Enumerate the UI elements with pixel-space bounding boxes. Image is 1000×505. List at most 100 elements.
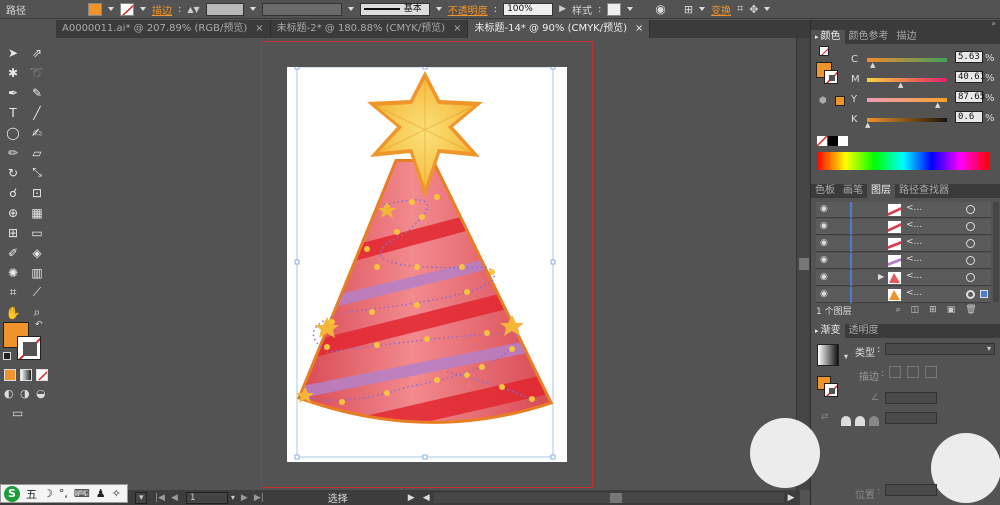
layer-row[interactable]: ◉ <... bbox=[816, 236, 991, 252]
magic-wand-tool-icon[interactable]: ✱ bbox=[3, 64, 23, 81]
gradient-stroke-swatch[interactable] bbox=[824, 383, 838, 397]
prev-page-icon[interactable]: ◀ bbox=[171, 493, 178, 503]
layer-row[interactable]: ◉ <... bbox=[816, 202, 991, 218]
collapse-icon[interactable]: » bbox=[991, 19, 996, 28]
target-icon[interactable] bbox=[966, 273, 975, 282]
clipping-mask-icon[interactable]: ◫ bbox=[911, 305, 920, 315]
layer-row[interactable]: ◉ ▶ <... bbox=[816, 270, 991, 286]
punctuation-icon[interactable]: °, bbox=[59, 487, 68, 500]
tab-swatches[interactable]: 色板 bbox=[811, 184, 839, 198]
settings-icon[interactable]: ✧ bbox=[112, 487, 121, 500]
close-icon[interactable]: × bbox=[255, 20, 263, 38]
gradient-stop-icon[interactable] bbox=[841, 416, 851, 426]
selection-tool-icon[interactable]: ➤ bbox=[3, 44, 23, 61]
fill-swatch[interactable] bbox=[88, 2, 102, 16]
slider-y[interactable]: Y ▲ 87.65 % bbox=[851, 91, 995, 109]
slider-thumb-icon[interactable]: ▲ bbox=[898, 81, 903, 89]
eye-icon[interactable]: ◉ bbox=[820, 238, 832, 250]
chevron-down-icon[interactable] bbox=[347, 7, 354, 11]
tab-color[interactable]: ▸ 颜色 bbox=[811, 30, 845, 44]
black-swatch[interactable] bbox=[828, 136, 838, 146]
eye-icon[interactable]: ◉ bbox=[820, 221, 832, 233]
scroll-left-icon[interactable]: ◀ bbox=[423, 493, 430, 503]
eye-icon[interactable]: ◉ bbox=[820, 255, 832, 267]
slider-thumb-icon[interactable]: ▲ bbox=[935, 101, 940, 109]
draw-behind-icon[interactable]: ◑ bbox=[20, 387, 30, 400]
gradient-tool-icon[interactable]: ▭ bbox=[27, 224, 47, 241]
color-mode-icon[interactable] bbox=[4, 369, 16, 381]
ime-mode[interactable]: 五 bbox=[26, 486, 37, 502]
shape-builder-tool-icon[interactable]: ⊕ bbox=[3, 204, 23, 221]
default-colors-icon[interactable] bbox=[3, 352, 11, 360]
aspect-dropdown[interactable] bbox=[885, 412, 937, 424]
scale-tool-icon[interactable]: ⤡ bbox=[27, 164, 47, 181]
tab-layers[interactable]: 图层 bbox=[867, 184, 895, 198]
eyedropper-tool-icon[interactable]: ✐ bbox=[3, 244, 23, 261]
type-tool-icon[interactable]: T bbox=[3, 104, 23, 121]
line-tool-icon[interactable]: ╱ bbox=[27, 104, 47, 121]
keyboard-icon[interactable]: ⌨ bbox=[74, 487, 90, 500]
tab-pathfinder[interactable]: 路径查找器 bbox=[895, 184, 953, 198]
skin-icon[interactable]: ♟ bbox=[96, 487, 106, 500]
tab-transparency[interactable]: 透明度 bbox=[845, 324, 883, 338]
close-icon[interactable]: × bbox=[453, 20, 461, 38]
ellipse-tool-icon[interactable]: ◯ bbox=[3, 124, 23, 141]
draw-normal-icon[interactable]: ◐ bbox=[4, 387, 14, 400]
angle-dropdown[interactable] bbox=[885, 392, 937, 404]
none-swatch[interactable] bbox=[817, 136, 827, 146]
small-stroke-icon[interactable] bbox=[819, 46, 829, 56]
mesh-tool-icon[interactable]: ⊞ bbox=[3, 224, 23, 241]
reverse-gradient-icon[interactable]: ⇄ bbox=[821, 412, 829, 422]
gradient-stop-icon[interactable] bbox=[869, 416, 879, 426]
target-icon[interactable] bbox=[966, 256, 975, 265]
screen-mode-icon[interactable]: ▭ bbox=[12, 406, 23, 420]
tab-stroke[interactable]: 描边 bbox=[893, 30, 921, 44]
recolor-icon[interactable]: ◉ bbox=[655, 2, 665, 16]
gradient-preview[interactable] bbox=[817, 344, 839, 366]
stroke-swatch[interactable] bbox=[120, 2, 134, 16]
expand-triangle-icon[interactable]: ▶ bbox=[878, 272, 884, 281]
new-sublayer-icon[interactable]: ⊞ bbox=[929, 305, 937, 315]
slider-thumb-icon[interactable]: ▲ bbox=[870, 61, 875, 69]
white-swatch[interactable] bbox=[838, 136, 848, 146]
warp-tool-icon[interactable]: ☌ bbox=[3, 184, 23, 201]
tab-untitled-2[interactable]: 未标题-2* @ 180.88% (CMYK/预览) × bbox=[271, 20, 469, 38]
draw-inside-icon[interactable]: ◒ bbox=[36, 387, 46, 400]
layer-row[interactable]: ◉ <... bbox=[816, 287, 991, 303]
stroke-color-box[interactable] bbox=[17, 336, 41, 360]
chevron-down-icon[interactable] bbox=[108, 7, 114, 11]
slice-tool-icon[interactable]: ⟋ bbox=[27, 284, 47, 301]
position-input[interactable] bbox=[885, 484, 937, 496]
pen-tool-icon[interactable]: ✒ bbox=[3, 84, 23, 101]
party-hat-artwork[interactable] bbox=[287, 67, 567, 462]
scroll-right-icon[interactable]: ▶ bbox=[788, 493, 795, 503]
sogou-logo-icon[interactable]: S bbox=[4, 485, 20, 502]
canvas-area[interactable] bbox=[56, 38, 796, 490]
target-icon[interactable] bbox=[966, 222, 975, 231]
zoom-tool-icon[interactable]: ⌕ bbox=[27, 304, 47, 321]
swap-colors-icon[interactable]: ↶ bbox=[35, 320, 43, 330]
free-transform-tool-icon[interactable]: ⊡ bbox=[27, 184, 47, 201]
perspective-grid-tool-icon[interactable]: ▦ bbox=[27, 204, 47, 221]
opacity-label[interactable]: 不透明度 bbox=[448, 2, 488, 17]
layer-row[interactable]: ◉ <... bbox=[816, 219, 991, 235]
stroke-across-icon[interactable] bbox=[925, 366, 937, 378]
moon-icon[interactable]: ☽ bbox=[43, 487, 53, 500]
hand-tool-icon[interactable]: ✋ bbox=[3, 304, 23, 321]
tab-brushes[interactable]: 画笔 bbox=[839, 184, 867, 198]
column-graph-tool-icon[interactable]: ▥ bbox=[27, 264, 47, 281]
stepper-icon[interactable]: ▲▼ bbox=[187, 5, 199, 14]
panel-stroke-swatch[interactable] bbox=[824, 70, 838, 84]
eye-icon[interactable]: ◉ bbox=[820, 272, 832, 284]
slider-c[interactable]: C ▲ 5.63 % bbox=[851, 51, 995, 69]
chevron-right-icon[interactable]: ▶ bbox=[559, 4, 566, 14]
chevron-down-icon[interactable]: ▾ bbox=[844, 352, 848, 361]
page-input[interactable]: 1 bbox=[185, 491, 228, 504]
stroke-weight-dropdown[interactable] bbox=[205, 2, 244, 16]
zoom-dropdown-icon[interactable]: ▾ bbox=[135, 491, 147, 504]
scroll-thumb[interactable] bbox=[799, 258, 809, 270]
new-layer-icon[interactable]: ▣ bbox=[947, 305, 956, 315]
close-icon[interactable]: × bbox=[635, 20, 643, 38]
transform-label[interactable]: 变换 bbox=[711, 2, 731, 17]
rotate-tool-icon[interactable]: ↻ bbox=[3, 164, 23, 181]
